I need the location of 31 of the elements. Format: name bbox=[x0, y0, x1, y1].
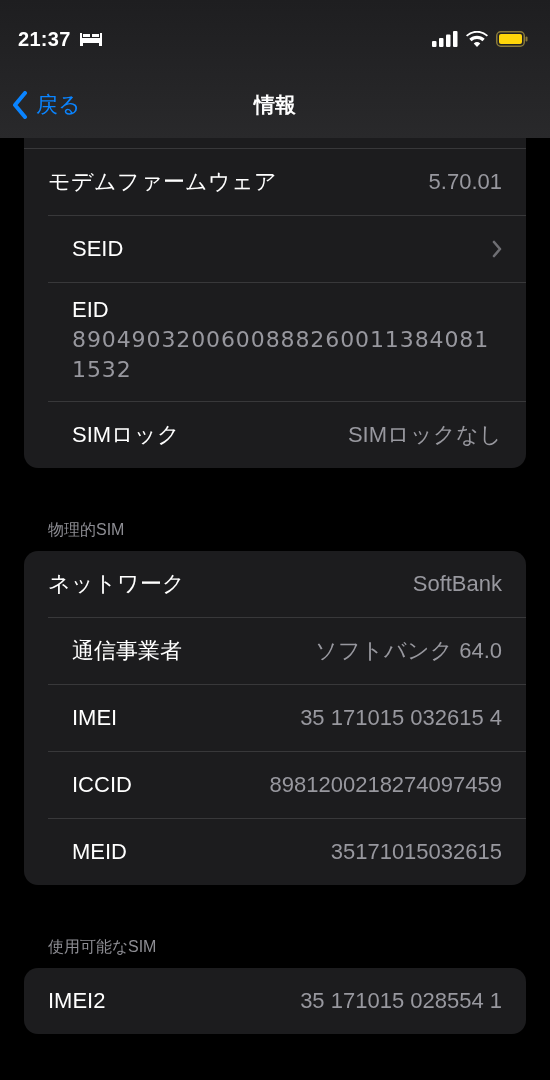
row-label: SEID bbox=[72, 236, 124, 262]
back-button[interactable]: 戻る bbox=[12, 90, 81, 120]
row-value: SoftBank bbox=[412, 571, 502, 597]
row-value: 35 171015 032615 4 bbox=[300, 705, 502, 731]
row-value: 8981200218274097459 bbox=[269, 772, 502, 798]
bed-icon bbox=[78, 31, 103, 47]
row-value: 35 171015 028554 1 bbox=[300, 988, 502, 1014]
row-value: 5.70.01 bbox=[428, 169, 502, 195]
battery-icon bbox=[496, 31, 528, 47]
signal-icon bbox=[432, 31, 458, 47]
row-label: ICCID bbox=[72, 772, 132, 798]
wifi-icon bbox=[466, 31, 488, 47]
row-value: SIMロックなし bbox=[347, 421, 502, 449]
row-value: 89049032006008882600113840811532 bbox=[72, 326, 491, 384]
row-value: 35171015032615 bbox=[330, 839, 502, 865]
row-label: EID bbox=[72, 297, 110, 323]
row-label: モデムファームウェア bbox=[48, 168, 277, 196]
chevron-left-icon bbox=[12, 91, 28, 119]
row-label: MEID bbox=[72, 839, 127, 865]
row-label: IMEI bbox=[72, 705, 118, 731]
chevron-right-icon bbox=[492, 240, 502, 258]
status-time: 21:37 bbox=[18, 27, 71, 51]
section-header: 使用可能なSIM bbox=[47, 937, 158, 957]
row-value: ソフトバンク 64.0 bbox=[315, 637, 502, 665]
row-label: 通信事業者 bbox=[72, 637, 182, 665]
row-label: ネットワーク bbox=[48, 570, 185, 598]
row-label: SIMロック bbox=[72, 421, 181, 449]
row-label: IMEI2 bbox=[48, 988, 106, 1014]
section-header: 物理的SIM bbox=[47, 520, 126, 540]
list-item[interactable]: SEID bbox=[48, 216, 526, 282]
page-title: 情報 bbox=[254, 92, 296, 118]
